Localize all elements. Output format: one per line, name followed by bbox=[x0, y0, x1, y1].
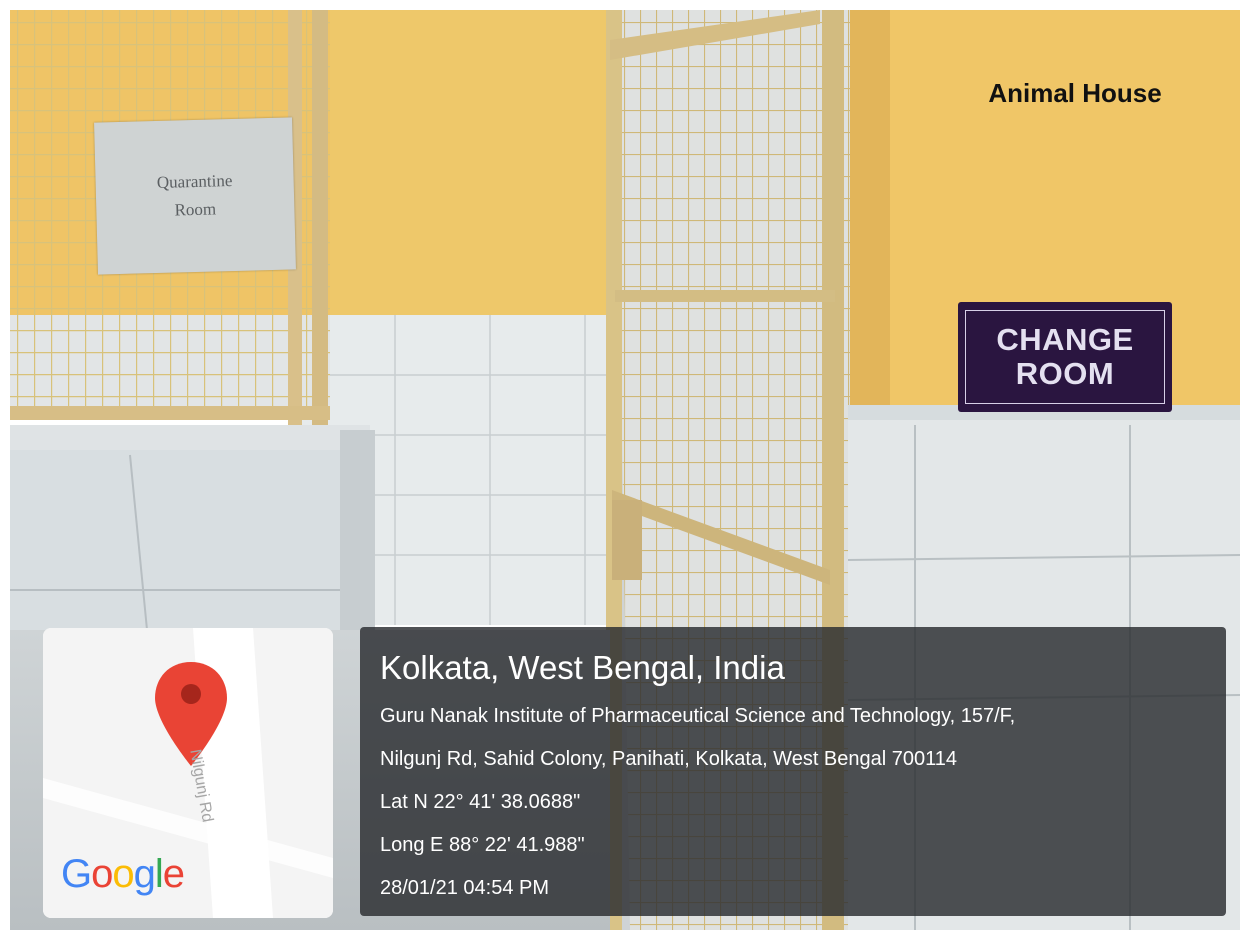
google-letter: G bbox=[61, 852, 92, 896]
google-letter: o bbox=[91, 852, 113, 896]
quarantine-sign-line-1: Quarantine bbox=[156, 171, 233, 192]
google-logo: Google bbox=[61, 852, 185, 897]
google-letter: g bbox=[133, 852, 156, 896]
timestamp: 28/01/21 04:54 PM bbox=[380, 877, 550, 899]
google-letter: o bbox=[112, 852, 134, 896]
latitude: Lat N 22° 41' 38.0688" bbox=[380, 791, 581, 813]
address-line-2: Nilgunj Rd, Sahid Colony, Panihati, Kolk… bbox=[380, 748, 958, 770]
change-room-line-1: CHANGE bbox=[996, 322, 1134, 357]
longitude: Long E 88° 22' 41.988" bbox=[380, 834, 585, 856]
change-room-sign: CHANGE ROOM bbox=[958, 302, 1172, 412]
address-line-1: Guru Nanak Institute of Pharmaceutical S… bbox=[380, 705, 1016, 727]
city-title: Kolkata, West Bengal, India bbox=[380, 649, 785, 686]
change-room-line-2: ROOM bbox=[1015, 356, 1115, 391]
map-thumbnail: Nilgunj Rd Google bbox=[43, 628, 333, 918]
geotag-info-panel: Kolkata, West Bengal, India Guru Nanak I… bbox=[360, 627, 1226, 916]
google-letter: l bbox=[154, 852, 164, 896]
google-letter: e bbox=[162, 852, 185, 896]
animal-house-label: Animal House bbox=[988, 78, 1162, 108]
quarantine-room-sign: Quarantine Room bbox=[94, 117, 296, 275]
quarantine-sign-line-2: Room bbox=[174, 199, 217, 220]
